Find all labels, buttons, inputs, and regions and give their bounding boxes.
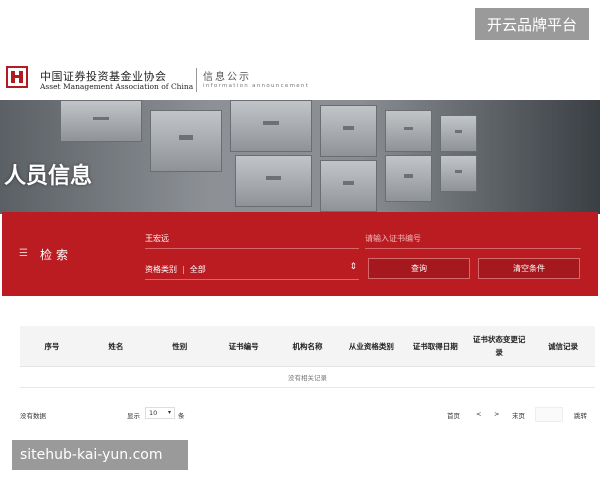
updown-arrow-icon: ⇕ (349, 262, 357, 272)
watermark-bottom-left: sitehub-kai-yun.com (12, 440, 188, 470)
column-header: 证书取得日期 (412, 341, 458, 351)
pagination-bar: 没有数据 显示 10 ▾ 条 首页 < > 末页 跳转 (0, 404, 600, 424)
clear-conditions-button[interactable]: 清空条件 (478, 258, 580, 279)
cabinet-drawer (60, 100, 142, 142)
cabinet-drawer (230, 100, 312, 152)
search-button[interactable]: 查询 (368, 258, 470, 279)
section-title-en: information announcement (203, 83, 310, 89)
cabinet-drawer (385, 155, 432, 202)
column-header: 机构名称 (292, 341, 323, 351)
page-size-value: 10 (149, 409, 158, 417)
last-page-link[interactable]: 末页 (512, 410, 525, 420)
cabinet-drawer (150, 110, 222, 172)
empty-row: 没有相关记录 (20, 367, 595, 388)
table-header: 序号 姓名 性别 证书编号 机构名称 从业资格类别 证书取得日期 证书状态变更记录 诚信记录 (20, 326, 595, 367)
watermark-top-right: 开云品牌平台 (475, 8, 589, 40)
cert-number-input[interactable]: 请输入证书编号 (365, 228, 581, 249)
results-table: 序号 姓名 性别 证书编号 机构名称 从业资格类别 证书取得日期 证书状态变更记录 诚信记录 没… (20, 326, 595, 398)
show-label: 显示 (127, 412, 140, 420)
qualification-value: 全部 (189, 264, 206, 274)
jump-page-input[interactable] (535, 407, 563, 422)
search-filter-icon: ☰ (19, 248, 28, 259)
search-label: 检索 (40, 248, 73, 262)
org-name-en: Asset Management Association of China (40, 82, 194, 91)
qualification-select[interactable]: 资格类别 | 全部 ⇕ (145, 259, 359, 280)
search-panel: ☰ 检索 王宏远 请输入证书编号 资格类别 | 全部 ⇕ 查询 清空条件 (2, 212, 598, 296)
chevron-down-icon: ▾ (167, 409, 171, 416)
next-page-link[interactable]: > (494, 410, 499, 418)
first-page-link[interactable]: 首页 (447, 410, 460, 420)
cabinet-drawer (440, 115, 477, 152)
column-header: 姓名 (108, 341, 124, 351)
cabinet-drawer (320, 105, 377, 157)
section-title-cn: 信息公示 (203, 72, 251, 83)
cabinet-drawer (440, 155, 477, 192)
banner-image (0, 100, 600, 214)
column-header: 序号 (44, 341, 60, 351)
cabinet-drawer (320, 160, 377, 212)
separator: | (182, 264, 185, 274)
jump-link[interactable]: 跳转 (574, 410, 587, 420)
cabinet-drawer (385, 110, 432, 152)
header-divider (196, 68, 197, 92)
column-header: 从业资格类别 (348, 341, 394, 351)
column-header: 诚信记录 (548, 341, 579, 351)
no-data-text: 没有数据 (20, 412, 46, 420)
prev-page-link[interactable]: < (476, 410, 481, 418)
name-input[interactable]: 王宏远 (145, 228, 359, 249)
items-label: 条 (178, 412, 185, 420)
page-size-select[interactable]: 10 ▾ (145, 407, 175, 419)
cabinet-drawer (235, 155, 312, 207)
site-header: 中国证券投资基金业协会 Asset Management Association… (0, 58, 600, 100)
amac-logo-icon[interactable] (6, 66, 28, 88)
column-header: 性别 (172, 341, 188, 351)
column-header: 证书状态变更记录 (472, 335, 526, 357)
qualification-label: 资格类别 (145, 264, 177, 274)
column-header: 证书编号 (228, 341, 259, 351)
page-title: 人员信息 (4, 164, 93, 189)
